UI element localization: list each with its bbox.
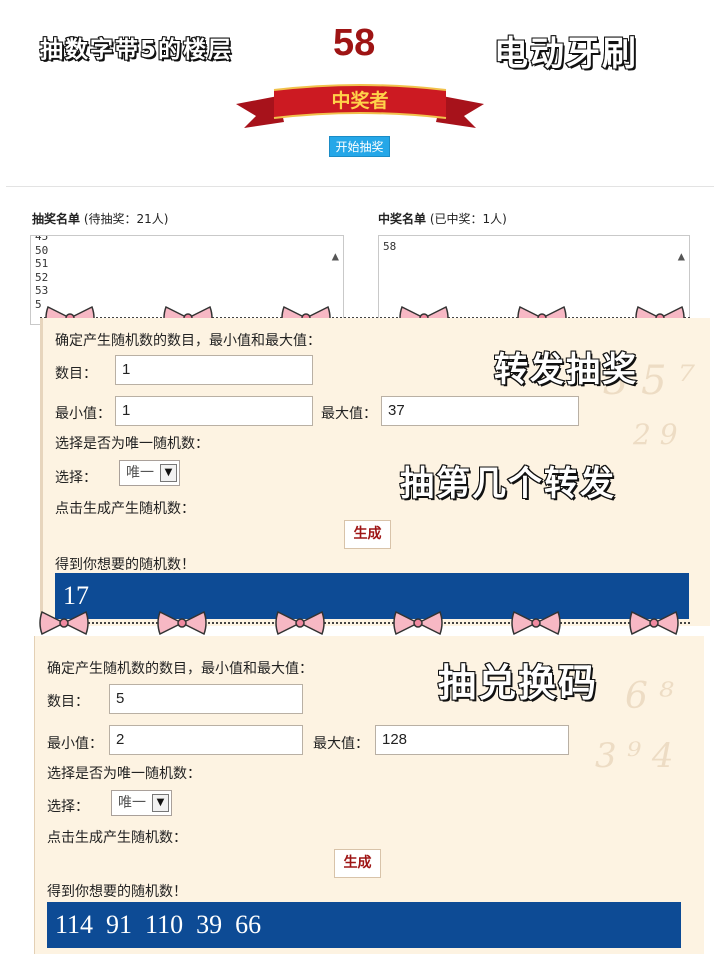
list-item: 58 xyxy=(383,240,397,253)
start-draw-button[interactable]: 开始抽奖 xyxy=(329,136,390,157)
winners-list-title: 中奖名单 (已中奖：1人) xyxy=(378,210,507,227)
dotted-line xyxy=(40,622,690,624)
list-item: 53 xyxy=(35,284,49,297)
intro-text: 确定产生随机数的数目，最小值和最大值： xyxy=(55,333,321,349)
pending-list-title: 抽奖名单 (待抽奖：21人) xyxy=(32,210,168,227)
chevron-down-icon[interactable]: ▼ xyxy=(152,794,169,812)
unique-select-value: 唯一 xyxy=(126,465,154,481)
caption-redeem-code: 抽兑换码 xyxy=(437,660,599,706)
decor-digits: 3 ⁹ 4 xyxy=(595,736,674,776)
generate-button[interactable]: 生成 xyxy=(344,520,391,549)
unique-select-value: 唯一 xyxy=(118,795,146,811)
result-output: 114 91 110 39 66 xyxy=(47,902,681,948)
caption-which-repost: 抽第几个转发 xyxy=(399,463,616,505)
result-label: 得到你想要的随机数！ xyxy=(55,557,195,573)
count-input[interactable]: 5 xyxy=(109,684,303,714)
bow-icon xyxy=(275,610,325,636)
caption-prize: 电动牙刷 xyxy=(493,33,638,75)
scroll-up-icon[interactable]: ▲ xyxy=(332,249,339,264)
winner-number: 58 xyxy=(333,22,376,64)
bow-icon xyxy=(157,610,207,636)
caption-repost-draw: 转发抽奖 xyxy=(493,349,638,391)
bow-icon xyxy=(39,610,89,636)
count-label: 数目： xyxy=(47,694,89,710)
unique-select[interactable]: 唯一 ▼ xyxy=(111,790,172,816)
random-generator-panel: 6 ⁸ 3 ⁹ 4 确定产生随机数的数目，最小值和最大值： 数目： 5 最小值：… xyxy=(34,636,704,954)
count-input[interactable]: 1 xyxy=(115,355,313,385)
bow-divider xyxy=(0,607,720,637)
choose-label: 选择： xyxy=(47,799,89,815)
bow-icon xyxy=(629,610,679,636)
pending-lines: 45 50 51 52 53 5 xyxy=(35,235,343,311)
unique-select[interactable]: 唯一 ▼ xyxy=(119,460,180,486)
max-input[interactable]: 128 xyxy=(375,725,569,755)
decor-digits: 2 9 xyxy=(633,418,678,451)
min-input[interactable]: 1 xyxy=(115,396,313,426)
max-label: 最大值： xyxy=(321,406,377,422)
unique-prompt: 选择是否为唯一随机数： xyxy=(55,436,209,452)
result-label: 得到你想要的随机数！ xyxy=(47,884,187,900)
pending-list-heading: 抽奖名单 xyxy=(32,212,81,226)
max-label: 最大值： xyxy=(313,736,369,752)
chevron-down-icon[interactable]: ▼ xyxy=(160,464,177,482)
list-item: 45 xyxy=(35,235,49,243)
ribbon-label: 中奖者 xyxy=(331,90,389,112)
list-item: 50 xyxy=(35,243,49,257)
generate-prompt: 点击生成产生随机数： xyxy=(55,501,195,517)
winners-list-heading: 中奖名单 xyxy=(378,212,427,226)
bow-icon xyxy=(393,610,443,636)
lottery-panel: 抽数字带5的楼层 58 电动牙刷 中奖者 开始抽奖 抽奖名单 (待抽奖：21人)… xyxy=(0,0,720,325)
scroll-up-icon[interactable]: ▲ xyxy=(678,249,685,264)
generate-prompt: 点击生成产生随机数： xyxy=(47,830,187,846)
min-input[interactable]: 2 xyxy=(109,725,303,755)
choose-label: 选择： xyxy=(55,470,97,486)
divider xyxy=(6,186,714,187)
decor-digits: 6 ⁸ xyxy=(625,676,674,717)
unique-prompt: 选择是否为唯一随机数： xyxy=(47,766,201,782)
caption-floor-rule: 抽数字带5的楼层 xyxy=(39,36,234,64)
min-label: 最小值： xyxy=(55,406,111,422)
intro-text: 确定产生随机数的数目，最小值和最大值： xyxy=(47,661,313,677)
generate-button[interactable]: 生成 xyxy=(334,849,381,878)
list-item: 52 xyxy=(35,270,49,284)
pending-count: (待抽奖：21人) xyxy=(83,212,169,226)
list-item: 51 xyxy=(35,257,49,270)
min-label: 最小值： xyxy=(47,736,103,752)
winners-count: (已中奖：1人) xyxy=(429,212,507,226)
max-input[interactable]: 37 xyxy=(381,396,579,426)
count-label: 数目： xyxy=(55,366,97,382)
bow-icon xyxy=(511,610,561,636)
